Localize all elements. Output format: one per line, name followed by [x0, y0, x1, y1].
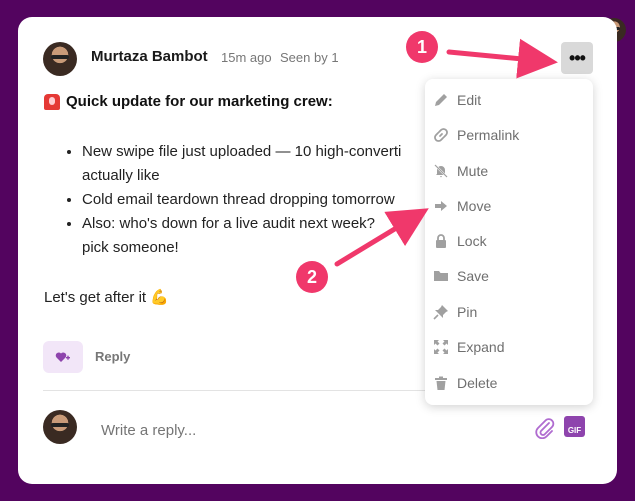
annotation-arrows — [334, 38, 558, 267]
annotation-arrow-2 — [334, 208, 429, 267]
annotation-step-1: 1 — [406, 31, 438, 63]
annotation-step-2: 2 — [296, 261, 328, 293]
annotation-arrow-1 — [446, 38, 558, 79]
